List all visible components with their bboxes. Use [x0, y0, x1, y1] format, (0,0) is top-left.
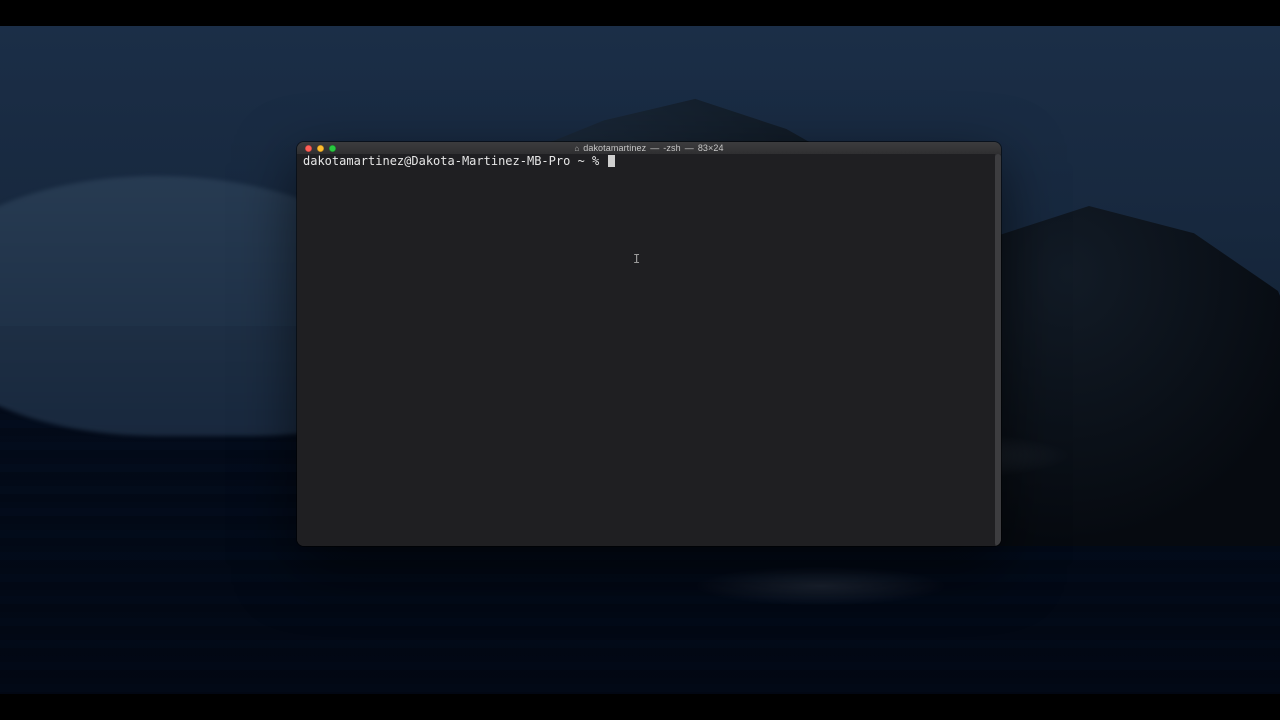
- window-zoom-button[interactable]: [329, 145, 336, 152]
- terminal-scrollbar-thumb[interactable]: [995, 154, 1001, 546]
- window-title-folder: dakotamartinez: [583, 143, 646, 153]
- desktop-wallpaper: ⌂ dakotamartinez — -zsh — 83×24 dakotama…: [0, 26, 1280, 694]
- window-close-button[interactable]: [305, 145, 312, 152]
- terminal-prompt: dakotamartinez@Dakota-Martinez-MB-Pro ~ …: [303, 154, 606, 168]
- window-minimize-button[interactable]: [317, 145, 324, 152]
- letterbox-top: [0, 0, 1280, 26]
- terminal-scrollbar[interactable]: [995, 154, 1001, 546]
- terminal-body[interactable]: dakotamartinez@Dakota-Martinez-MB-Pro ~ …: [297, 154, 1001, 546]
- window-title-size: 83×24: [698, 143, 724, 153]
- window-title-process: -zsh: [663, 143, 680, 153]
- window-title-sep2: —: [685, 143, 694, 153]
- window-title-sep1: —: [650, 143, 659, 153]
- terminal-prompt-line: dakotamartinez@Dakota-Martinez-MB-Pro ~ …: [303, 154, 995, 168]
- window-title: ⌂ dakotamartinez — -zsh — 83×24: [297, 142, 1001, 154]
- letterbox-bottom: [0, 694, 1280, 720]
- terminal-window[interactable]: ⌂ dakotamartinez — -zsh — 83×24 dakotama…: [297, 142, 1001, 546]
- terminal-cursor: [608, 155, 615, 167]
- text-caret-icon: I: [633, 252, 640, 266]
- home-icon: ⌂: [574, 144, 579, 153]
